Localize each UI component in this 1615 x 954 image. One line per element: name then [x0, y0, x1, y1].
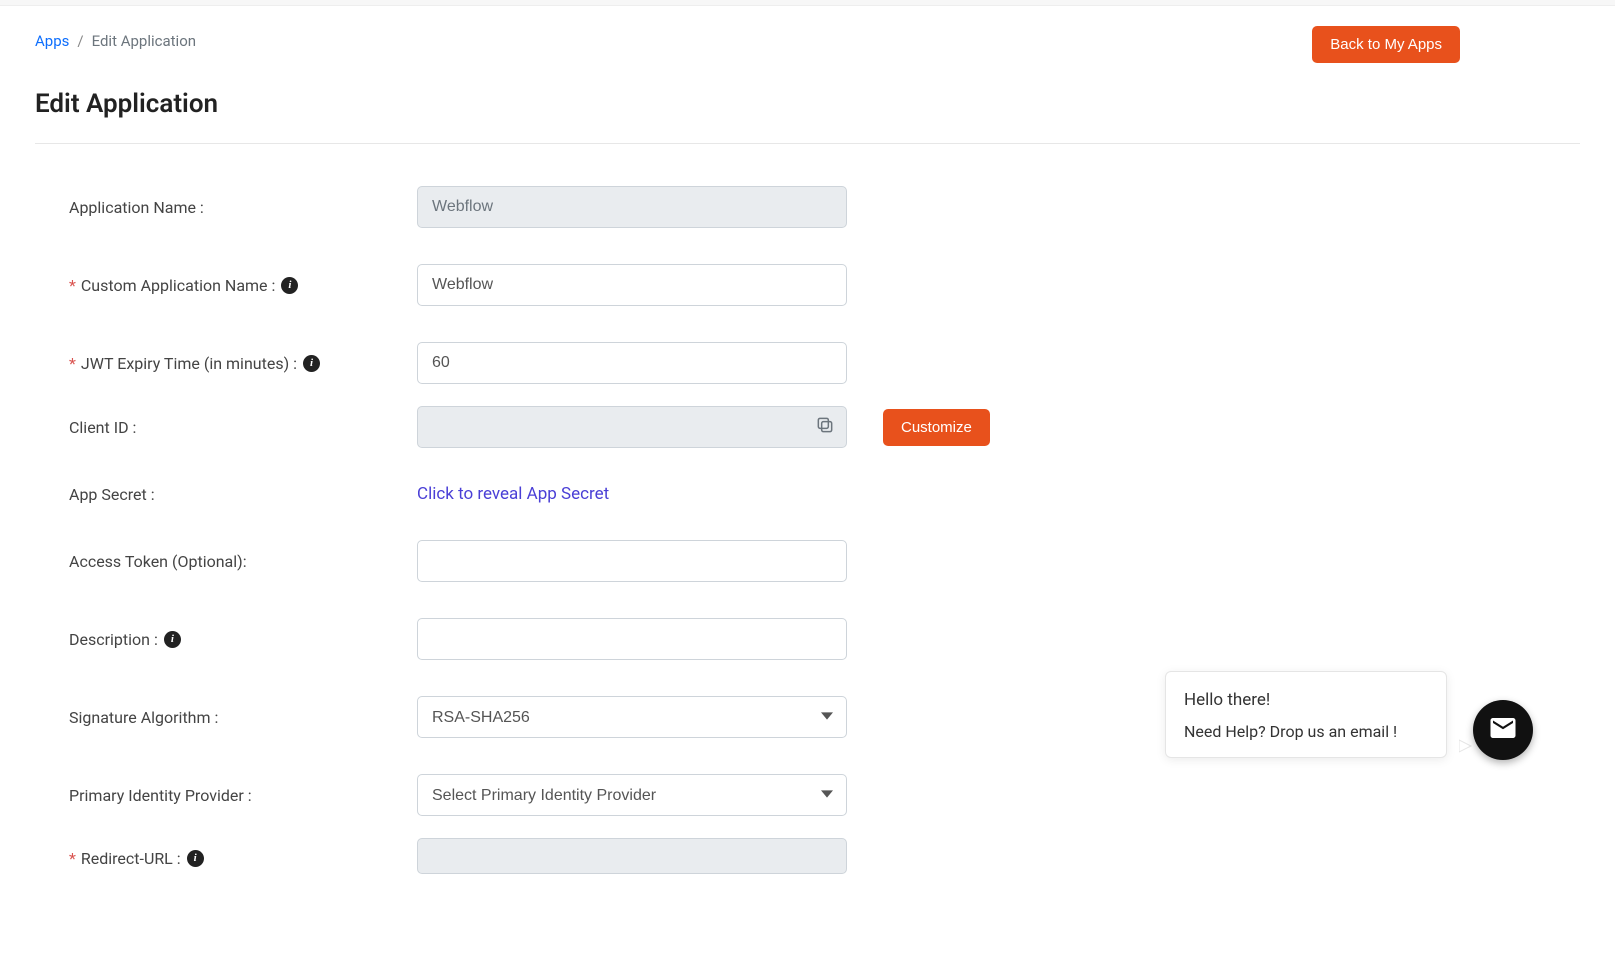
jwt-expiry-input[interactable] [417, 342, 847, 384]
label-application-name: Application Name : [69, 198, 417, 217]
label-client-id: Client ID : [69, 418, 417, 437]
breadcrumb-root-link[interactable]: Apps [35, 32, 69, 50]
edit-app-form: Application Name : * Custom Application … [35, 186, 1580, 878]
mail-icon [1488, 713, 1518, 747]
label-client-id-text: Client ID : [69, 418, 136, 437]
label-redirect-url: * Redirect-URL : i [69, 849, 417, 868]
label-access-token-text: Access Token (Optional): [69, 552, 247, 571]
primary-idp-select[interactable]: Select Primary Identity Provider [417, 774, 847, 816]
back-to-apps-button[interactable]: Back to My Apps [1312, 26, 1460, 63]
label-access-token: Access Token (Optional): [69, 552, 417, 571]
label-primary-idp-text: Primary Identity Provider : [69, 786, 252, 805]
page-title: Edit Application [35, 89, 1580, 119]
label-primary-idp: Primary Identity Provider : [69, 786, 417, 805]
row-app-secret: App Secret : Click to reveal App Secret [69, 484, 1580, 504]
row-jwt-expiry: * JWT Expiry Time (in minutes) : i [69, 342, 1580, 384]
redirect-url-input[interactable] [417, 838, 847, 874]
row-custom-app-name: * Custom Application Name : i [69, 264, 1580, 306]
required-marker: * [69, 849, 76, 868]
header-row: Apps / Edit Application Back to My Apps [35, 26, 1580, 63]
label-jwt-expiry-text: JWT Expiry Time (in minutes) : [81, 354, 297, 373]
info-icon[interactable]: i [281, 277, 298, 294]
info-icon[interactable]: i [164, 631, 181, 648]
chat-greeting: Hello there! [1184, 690, 1428, 710]
signature-algorithm-select[interactable]: RSA-SHA256 [417, 696, 847, 738]
label-description-text: Description : [69, 630, 158, 649]
info-icon[interactable]: i [303, 355, 320, 372]
application-name-input [417, 186, 847, 228]
label-description: Description : i [69, 630, 417, 649]
chat-fab-button[interactable] [1473, 700, 1533, 760]
label-application-name-text: Application Name : [69, 198, 204, 217]
label-app-secret: App Secret : [69, 485, 417, 504]
reveal-app-secret-link[interactable]: Click to reveal App Secret [417, 484, 609, 504]
customize-button[interactable]: Customize [883, 409, 990, 446]
breadcrumb: Apps / Edit Application [35, 32, 196, 50]
custom-app-name-input[interactable] [417, 264, 847, 306]
label-redirect-url-text: Redirect-URL : [81, 849, 181, 868]
access-token-input[interactable] [417, 540, 847, 582]
page-container: Apps / Edit Application Back to My Apps … [0, 6, 1615, 954]
breadcrumb-current: Edit Application [92, 32, 196, 50]
description-input[interactable] [417, 618, 847, 660]
label-app-secret-text: App Secret : [69, 485, 155, 504]
row-access-token: Access Token (Optional): [69, 540, 1580, 582]
header-divider [35, 143, 1580, 144]
row-redirect-url: * Redirect-URL : i [69, 838, 1580, 878]
required-marker: * [69, 354, 76, 373]
label-signature-algorithm: Signature Algorithm : [69, 708, 417, 727]
info-icon[interactable]: i [187, 850, 204, 867]
row-client-id: Client ID : Customize [69, 406, 1580, 448]
label-signature-algorithm-text: Signature Algorithm : [69, 708, 218, 727]
breadcrumb-separator: / [77, 32, 83, 50]
copy-icon[interactable] [815, 415, 835, 439]
row-primary-idp: Primary Identity Provider : Select Prima… [69, 774, 1580, 816]
required-marker: * [69, 276, 76, 295]
label-custom-app-name-text: Custom Application Name : [81, 276, 276, 295]
row-description: Description : i [69, 618, 1580, 660]
chat-popup: Hello there! Need Help? Drop us an email… [1165, 671, 1447, 758]
label-jwt-expiry: * JWT Expiry Time (in minutes) : i [69, 354, 417, 373]
chat-help-text: Need Help? Drop us an email ! [1184, 722, 1428, 741]
label-custom-app-name: * Custom Application Name : i [69, 276, 417, 295]
client-id-input [417, 406, 847, 448]
row-application-name: Application Name : [69, 186, 1580, 228]
